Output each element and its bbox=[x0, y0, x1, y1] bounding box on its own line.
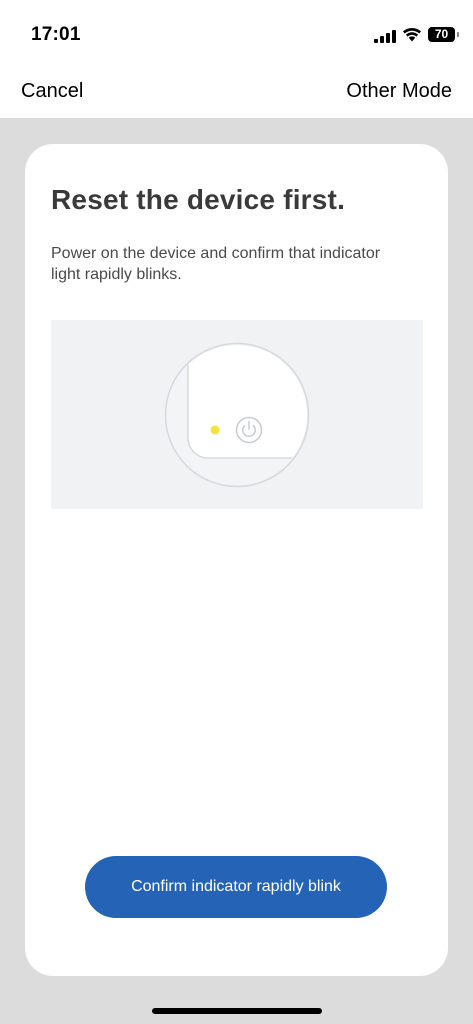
other-mode-button[interactable]: Other Mode bbox=[346, 80, 452, 103]
nav-bar: Cancel Other Mode bbox=[0, 70, 473, 118]
reset-card: Reset the device first. Power on the dev… bbox=[25, 144, 448, 976]
status-time: 17:01 bbox=[31, 24, 81, 45]
battery-nub bbox=[457, 32, 459, 37]
instruction-text: Power on the device and confirm that ind… bbox=[51, 245, 381, 283]
indicator-light bbox=[210, 425, 220, 435]
signal-icon bbox=[374, 30, 396, 43]
cancel-button[interactable]: Cancel bbox=[21, 80, 83, 103]
device-illustration bbox=[51, 320, 423, 509]
page-title: Reset the device first. bbox=[51, 184, 346, 215]
battery-icon: 70 bbox=[428, 27, 455, 42]
wifi-icon bbox=[403, 27, 421, 42]
device-diagram bbox=[164, 342, 310, 488]
battery-level: 70 bbox=[434, 27, 449, 41]
confirm-blink-button[interactable]: Confirm indicator rapidly blink bbox=[85, 856, 387, 918]
status-bar: 17:01 70 bbox=[0, 0, 473, 70]
home-indicator[interactable] bbox=[152, 1008, 322, 1014]
